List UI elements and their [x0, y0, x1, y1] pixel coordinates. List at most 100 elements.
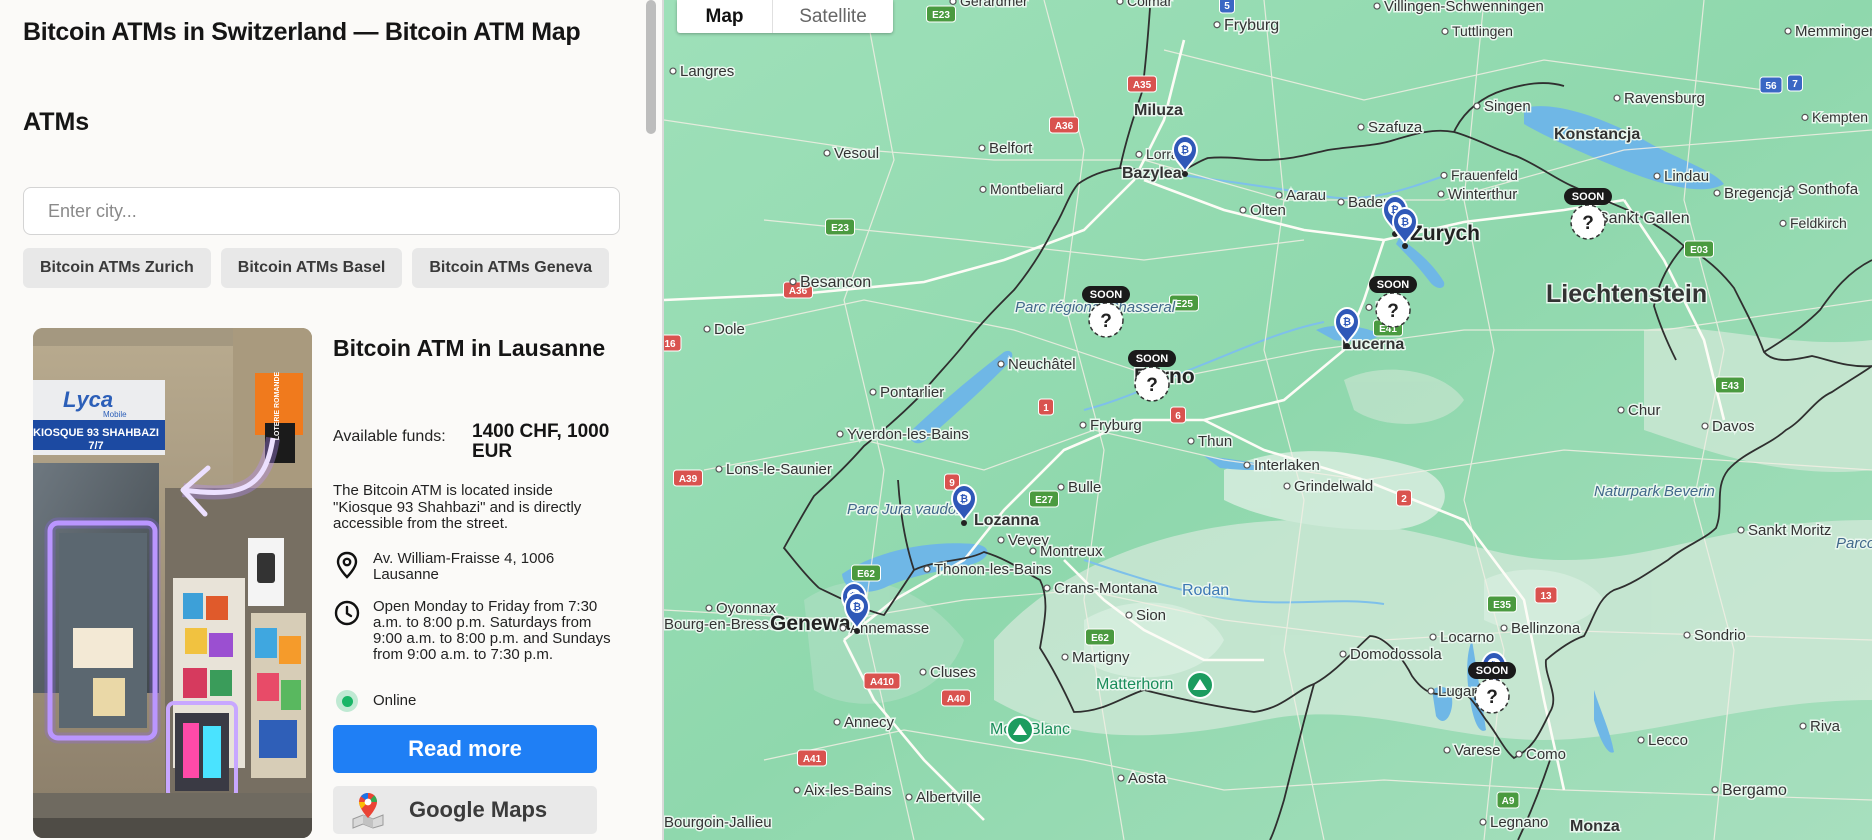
- town-dot: [1029, 547, 1037, 555]
- atm-address: Av. William-Fraisse 4, 1006 Lausanne: [373, 550, 555, 583]
- list-scrollbar[interactable]: [645, 0, 657, 840]
- mont-blanc-marker[interactable]: [1006, 716, 1034, 744]
- town-dot: [979, 185, 987, 193]
- map-place-label: Gerardmer: [960, 0, 1028, 9]
- soon-label: SOON: [1476, 665, 1508, 677]
- road-badge-label: 9: [949, 478, 955, 489]
- road-badge-label: 2: [1401, 494, 1407, 505]
- atm-location-photo: Lyca Mobile KIOSQUE 93 SHAHBAZI 7/7 LOTE…: [33, 328, 312, 838]
- road-badge: E62: [1085, 628, 1115, 646]
- town-dot: [1479, 818, 1487, 826]
- town-dot: [1135, 150, 1143, 158]
- town-dot: [1784, 27, 1792, 35]
- map-place-label: Miluza: [1134, 102, 1183, 119]
- atm-map[interactable]: E23 5 56 7 A35 A36 E23 A36 E25 E41 E43 1 6 E03 16 A39 9 E…: [664, 0, 1872, 840]
- road-badge-label: A40: [947, 694, 966, 705]
- road-badge: E27: [1029, 490, 1059, 508]
- svg-text:₿: ₿: [960, 493, 968, 505]
- town-dot: [789, 278, 797, 286]
- soon-label: SOON: [1377, 279, 1409, 291]
- town-dot: [1473, 102, 1481, 110]
- map-place-label: Lecco: [1648, 732, 1688, 749]
- svg-text:?: ?: [1486, 687, 1498, 708]
- read-more-button[interactable]: Read more: [333, 725, 597, 773]
- kiosk-photo-illustration: Lyca Mobile KIOSQUE 93 SHAHBAZI 7/7 LOTE…: [33, 328, 312, 838]
- map-place-label: Cluses: [930, 664, 976, 681]
- chip-bitcoin-atms-basel[interactable]: Bitcoin ATMs Basel: [220, 248, 403, 288]
- map-place-label: Parc Jura vaudois: [847, 501, 968, 518]
- town-dot: [703, 325, 711, 333]
- map-place-label: Aix-les-Bains: [804, 782, 892, 799]
- town-dot: [1711, 786, 1719, 794]
- section-title: ATMs: [23, 108, 90, 136]
- road-badge: 16: [664, 334, 682, 352]
- town-dot: [1713, 189, 1721, 197]
- map-place-label: Crans-Montana: [1054, 580, 1158, 597]
- soon-label: SOON: [1136, 353, 1168, 365]
- town-dot: [905, 793, 913, 801]
- page-title: Bitcoin ATMs in Switzerland — Bitcoin AT…: [23, 18, 581, 46]
- map-place-label: Villingen-Schwenningen: [1384, 0, 1544, 15]
- google-maps-button[interactable]: Google Maps: [333, 786, 597, 834]
- road-badge: 7: [1787, 74, 1803, 92]
- road-badge-label: E35: [1493, 600, 1511, 611]
- town-dot: [1283, 482, 1291, 490]
- map-place-label: Fryburg: [1090, 417, 1142, 434]
- atm-card-title: Bitcoin ATM in Lausanne: [333, 335, 606, 361]
- town-dot: [1440, 171, 1448, 179]
- chip-bitcoin-atms-zurich[interactable]: Bitcoin ATMs Zurich: [23, 248, 211, 288]
- road-badge-label: 5: [1224, 1, 1230, 12]
- map-place-label: Memmingen: [1795, 23, 1872, 40]
- map-view-button[interactable]: Map: [677, 0, 773, 33]
- town-dot: [839, 624, 847, 632]
- road-badge-label: A41: [803, 754, 822, 765]
- satellite-view-button[interactable]: Satellite: [773, 0, 893, 33]
- town-dot: [949, 0, 957, 5]
- matterhorn-marker[interactable]: [1186, 671, 1214, 699]
- town-dot: [1437, 190, 1445, 198]
- road-badge: 5: [1219, 0, 1235, 14]
- map-place-label: Bourgoin-Jallieu: [664, 814, 772, 831]
- map-place-label: Bergamo: [1722, 782, 1787, 799]
- city-search-input[interactable]: [23, 187, 620, 235]
- map-place-label: Winterthur: [1448, 186, 1517, 203]
- map-place-label: Szafuza: [1368, 119, 1423, 136]
- road-badge-label: 7: [1792, 79, 1798, 90]
- map-place-label: Sion: [1136, 607, 1166, 624]
- map-place-label: Martigny: [1072, 649, 1130, 666]
- scrollbar-thumb[interactable]: [646, 0, 656, 134]
- map-place-label: Belfort: [989, 140, 1033, 157]
- road-badge: A39: [673, 469, 703, 487]
- map-place-label: Naturpark Beverin: [1594, 483, 1715, 500]
- map-place-label: Domodossola: [1350, 646, 1442, 663]
- road-badge-label: A410: [870, 677, 894, 688]
- road-badge-label: E25: [1175, 299, 1193, 310]
- road-badge-label: E43: [1721, 381, 1739, 392]
- opening-hours: Open Monday to Friday from 7:30 a.m. to …: [373, 598, 611, 663]
- road-badge-label: A9: [1502, 796, 1515, 807]
- photo-brand-sub-text: Mobile: [103, 410, 127, 419]
- town-dot: [869, 388, 877, 396]
- map-place-label: Como: [1526, 746, 1566, 763]
- town-dot: [1239, 206, 1247, 214]
- town-dot: [1429, 633, 1437, 641]
- map-place-label: Monza: [1570, 818, 1620, 835]
- road-badge-label: 56: [1765, 81, 1777, 92]
- google-maps-icon: [349, 791, 387, 829]
- town-dot: [1357, 123, 1365, 131]
- photo-brand-text: Lyca: [63, 387, 113, 412]
- road-badge: 56: [1759, 76, 1783, 94]
- town-dot: [1125, 611, 1133, 619]
- map-place-label: Bellinzona: [1511, 620, 1581, 637]
- map-canvas[interactable]: E23556 7A35A36E23A36E25E41E4316E0316A39 9E…: [664, 0, 1872, 840]
- chip-bitcoin-atms-geneva[interactable]: Bitcoin ATMs Geneva: [412, 248, 610, 288]
- road-badge: A35: [1127, 75, 1157, 93]
- map-place-label: Olten: [1250, 202, 1286, 219]
- available-funds-value: 1400 CHF, 1000 EUR: [472, 421, 610, 462]
- town-dot: [1500, 624, 1508, 632]
- town-dot: [1373, 2, 1381, 10]
- map-place-label: Sonthofa: [1798, 181, 1859, 198]
- town-dot: [1787, 185, 1795, 193]
- town-dot: [1043, 584, 1051, 592]
- map-place-label: Sankt Moritz: [1748, 522, 1831, 539]
